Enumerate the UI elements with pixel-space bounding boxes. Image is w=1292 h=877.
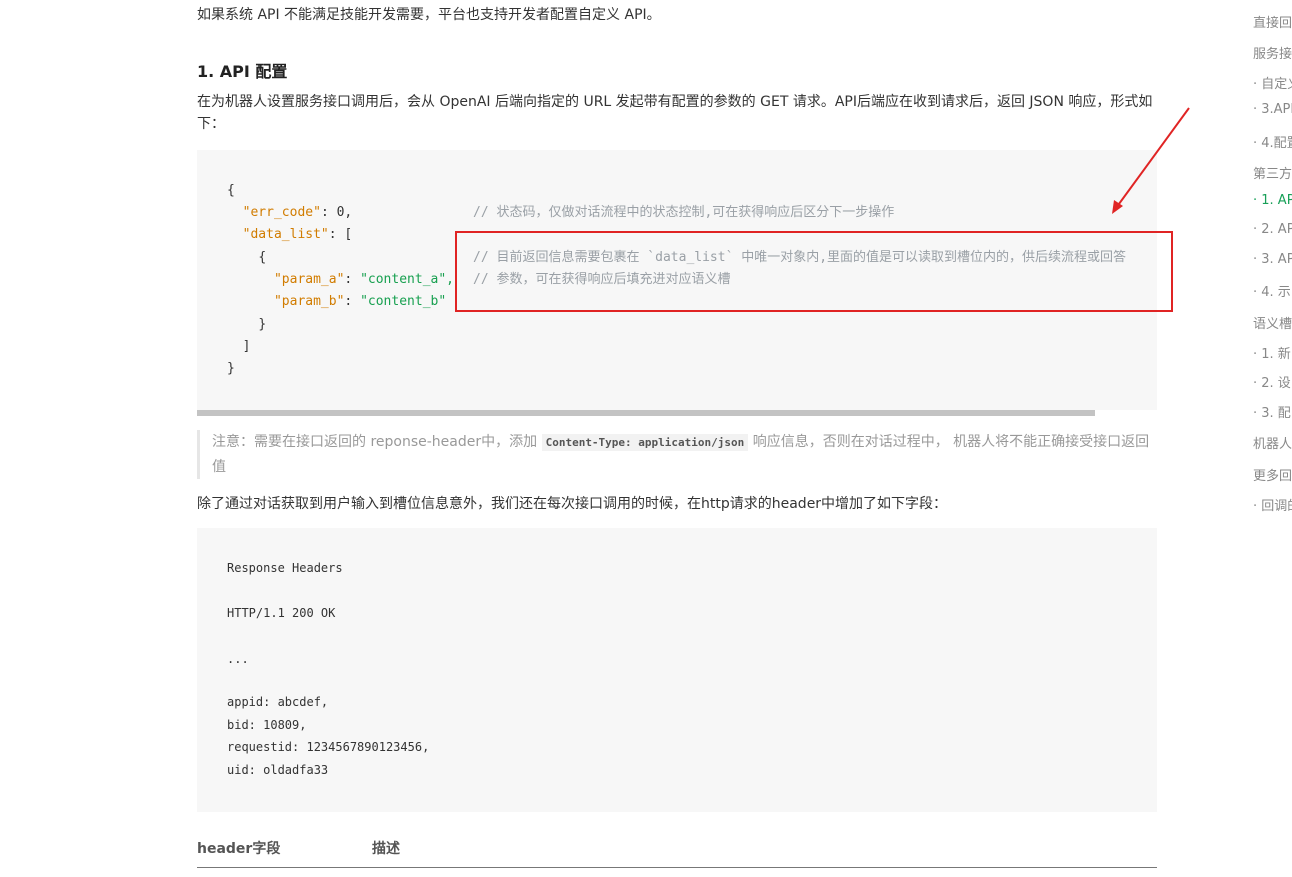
table-header-cell: 描述 xyxy=(372,841,400,857)
code-line: HTTP/1.1 200 OK xyxy=(227,606,336,620)
code-line: Response Headers xyxy=(227,561,343,575)
section-paragraph: 在为机器人设置服务接口调用后，会从 OpenAI 后端向指定的 URL 发起带有… xyxy=(197,94,1153,132)
toc-item[interactable]: 更多回 xyxy=(1253,465,1292,484)
code-line: ... xyxy=(227,652,249,666)
note-prefix: 注意：需要在接口返回的 reponse-header中，添加 xyxy=(212,434,538,450)
toc-item[interactable]: · 2. AP xyxy=(1253,222,1292,237)
code-line: uid: oldadfa33 xyxy=(227,763,329,777)
section-title: 1. API 配置 xyxy=(197,62,288,81)
code-line: { xyxy=(227,183,235,198)
note-blockquote: 注意：需要在接口返回的 reponse-header中，添加 Content-T… xyxy=(197,430,1157,479)
code-line: "param_a": "content_a", xyxy=(273,272,454,287)
table-header: header字段 描述 xyxy=(197,836,1157,868)
code-line: } xyxy=(258,317,267,332)
code-comment: // 状态码，仅做对话流程中的状态控制,可在获得响应后区分下一步操作 xyxy=(473,205,895,220)
table-header-cell: header字段 xyxy=(197,841,281,857)
toc-item[interactable]: 服务接 xyxy=(1253,43,1292,62)
code-line: } xyxy=(227,361,235,376)
toc-item[interactable]: · 4. 示 xyxy=(1253,281,1291,300)
intro-text: 如果系统 API 不能满足技能开发需要，平台也支持开发者配置自定义 API。 xyxy=(197,7,661,23)
code-line: "param_b": "content_b" xyxy=(273,294,447,309)
toc-item[interactable]: 语义槽 xyxy=(1253,313,1292,332)
highlight-box xyxy=(455,231,1173,312)
horizontal-scrollbar[interactable] xyxy=(197,410,1095,416)
toc-item[interactable]: · 4.配置 xyxy=(1253,132,1292,151)
toc-item[interactable]: 直接回 xyxy=(1253,12,1292,31)
toc-item[interactable]: 机器人 xyxy=(1253,433,1292,452)
toc-item[interactable]: · 3. AP xyxy=(1253,252,1292,267)
headers-code-block: Response Headers HTTP/1.1 200 OK ... app… xyxy=(197,528,1157,812)
annotation-arrow-icon xyxy=(1112,107,1190,214)
code-line: { xyxy=(258,250,267,265)
toc-item[interactable]: · 3. 配 xyxy=(1253,402,1291,421)
toc-item[interactable]: 第三方 xyxy=(1253,163,1292,182)
toc-item[interactable]: · 自定义 xyxy=(1253,73,1292,92)
code-line: appid: abcdef, xyxy=(227,695,329,709)
code-line: ] xyxy=(242,339,251,354)
toc-item[interactable]: · 1. 新 xyxy=(1253,343,1291,362)
code-line: bid: 10809, xyxy=(227,718,307,732)
toc-item[interactable]: · 2. 设 xyxy=(1253,372,1291,391)
code-line: "err_code": 0, xyxy=(242,205,353,220)
header-paragraph: 除了通过对话获取到用户输入到槽位信息意外，我们还在每次接口调用的时候，在http… xyxy=(197,496,948,512)
inline-code: Content-Type: application/json xyxy=(541,434,749,451)
code-line: "data_list": [ xyxy=(242,227,353,242)
code-line: requestid: 1234567890123456, xyxy=(227,740,430,754)
toc-item[interactable]: · 回调的 xyxy=(1253,495,1292,514)
toc-item[interactable]: · 3.API xyxy=(1253,102,1292,117)
toc-item[interactable]: · 1. API xyxy=(1253,193,1292,208)
